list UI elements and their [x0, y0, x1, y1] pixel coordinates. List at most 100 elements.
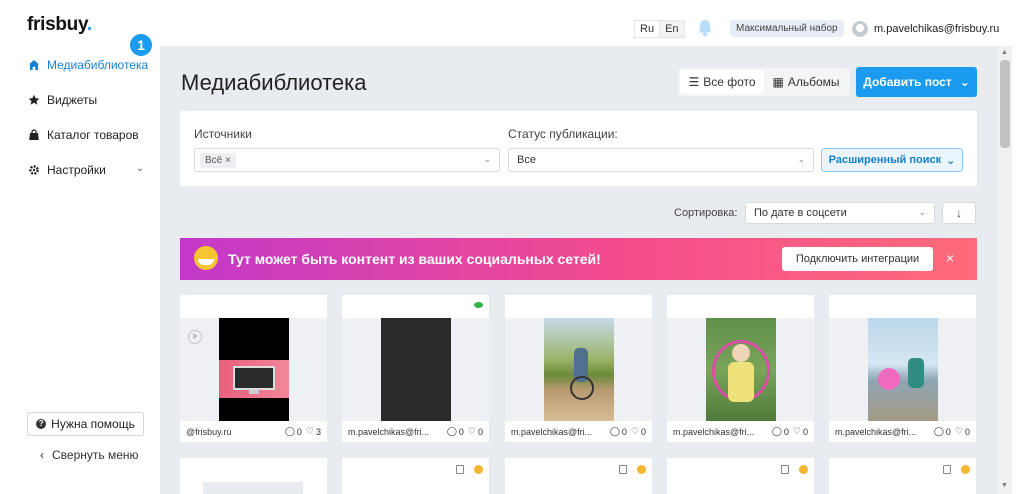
- card-author[interactable]: m.pavelchikas@fri...: [673, 427, 768, 437]
- card-meta: m.pavelchikas@fri... ◯ 0 ♡ 0: [829, 421, 976, 442]
- collapse-menu-label: Свернуть меню: [52, 448, 139, 462]
- media-card[interactable]: [342, 458, 489, 494]
- star-icon: [28, 94, 40, 105]
- sidebar-item-widgets[interactable]: Виджеты: [28, 93, 97, 107]
- sort-select[interactable]: По дате в соцсети ⌄: [745, 202, 935, 224]
- media-card[interactable]: m.pavelchikas@fri... ◯ 0 ♡ 0: [505, 295, 652, 442]
- scroll-up-icon[interactable]: ▲: [1001, 49, 1008, 56]
- card-author[interactable]: @frisbuy.ru: [186, 427, 281, 437]
- view-all-photos-button[interactable]: ☰ Все фото: [680, 70, 764, 94]
- sidebar-item-settings[interactable]: Настройки: [28, 163, 106, 177]
- media-card[interactable]: [505, 458, 652, 494]
- card-author[interactable]: m.pavelchikas@fri...: [511, 427, 606, 437]
- status-select[interactable]: Все ⌄: [508, 148, 814, 172]
- media-card[interactable]: [829, 458, 976, 494]
- eye-icon[interactable]: [474, 302, 483, 308]
- media-card[interactable]: m.pavelchikas@fri... ◯ 0 ♡ 0: [342, 295, 489, 442]
- scrollbar-thumb[interactable]: [1000, 60, 1010, 148]
- media-card[interactable]: [667, 458, 814, 494]
- collapse-menu-button[interactable]: ‹ Свернуть меню: [40, 448, 139, 462]
- chevron-down-icon[interactable]: ⌄: [136, 163, 144, 174]
- close-icon[interactable]: ×: [946, 250, 954, 266]
- user-email[interactable]: m.pavelchikas@frisbuy.ru: [874, 23, 999, 35]
- comments-count: ◯ 0: [284, 426, 302, 437]
- clipboard-icon[interactable]: [781, 465, 789, 474]
- view-all-label: Все фото: [703, 75, 756, 89]
- comments-count: ◯ 0: [446, 426, 464, 437]
- media-thumbnail[interactable]: [381, 318, 451, 421]
- home-icon: [29, 60, 39, 70]
- media-card[interactable]: @frisbuy.ru ◯ 0 ♡ 3: [180, 295, 327, 442]
- sun-icon[interactable]: [474, 465, 483, 474]
- chevron-down-icon: ⌄: [483, 154, 491, 164]
- media-thumbnail[interactable]: [868, 318, 938, 421]
- comments-count: ◯ 0: [771, 426, 789, 437]
- card-author[interactable]: m.pavelchikas@fri...: [835, 427, 930, 437]
- card-thumbnail-area: [829, 318, 976, 421]
- chevron-down-icon: ⌄: [946, 154, 956, 167]
- sidebar-item-catalog[interactable]: Каталог товаров: [28, 128, 139, 142]
- view-albums-label: Альбомы: [787, 75, 840, 89]
- comments-count: ◯ 0: [609, 426, 627, 437]
- advanced-search-button[interactable]: Расширенный поиск ⌄: [821, 148, 963, 172]
- language-switcher: Ru En: [634, 20, 685, 38]
- card-thumbnail-area: [667, 318, 814, 421]
- promo-banner: Тут может быть контент из ваших социальн…: [180, 238, 977, 280]
- sidebar-item-label: Виджеты: [47, 93, 98, 107]
- clipboard-icon[interactable]: [456, 465, 464, 474]
- connect-integrations-button[interactable]: Подключить интеграции: [782, 247, 933, 271]
- smiley-icon: [194, 246, 218, 270]
- plan-badge[interactable]: Максимальный набор: [730, 20, 844, 37]
- scroll-down-icon[interactable]: ▼: [1001, 482, 1008, 489]
- clipboard-icon[interactable]: [943, 465, 951, 474]
- sort-direction-button[interactable]: ↓: [942, 202, 976, 224]
- sun-icon[interactable]: [637, 465, 646, 474]
- sources-tag[interactable]: Всё ×: [200, 153, 236, 168]
- view-albums-button[interactable]: ▦ Альбомы: [764, 70, 848, 94]
- likes-count: ♡ 0: [630, 426, 646, 437]
- clipboard-icon[interactable]: [619, 465, 627, 474]
- chevron-left-icon: ‹: [40, 448, 44, 462]
- bell-icon[interactable]: [697, 19, 713, 37]
- help-button[interactable]: ? Нужна помощь: [27, 412, 144, 436]
- comment-icon: ◯: [446, 426, 457, 436]
- media-card[interactable]: m.pavelchikas@fri... ◯ 0 ♡ 0: [829, 295, 976, 442]
- play-icon[interactable]: [188, 330, 202, 344]
- comment-icon: ◯: [284, 426, 295, 436]
- sidebar-item-media-library[interactable]: Медиабиблиотека: [28, 58, 148, 72]
- media-thumbnail[interactable]: [544, 318, 614, 421]
- view-toggle: ☰ Все фото ▦ Альбомы: [678, 68, 850, 96]
- media-card[interactable]: [180, 458, 327, 494]
- sort-value: По дате в соцсети: [754, 207, 847, 219]
- sun-icon[interactable]: [799, 465, 808, 474]
- sun-icon[interactable]: [961, 465, 970, 474]
- likes-count: ♡ 0: [792, 426, 808, 437]
- help-button-label: Нужна помощь: [51, 417, 135, 431]
- tag-remove-icon[interactable]: ×: [225, 155, 231, 166]
- filters-panel: Источники Всё × ⌄ Статус публикации: Все…: [180, 111, 977, 186]
- media-thumbnail[interactable]: [203, 482, 303, 494]
- heart-icon: ♡: [792, 426, 801, 436]
- status-label: Статус публикации:: [508, 127, 618, 141]
- media-thumbnail[interactable]: [706, 318, 776, 421]
- media-card[interactable]: m.pavelchikas@fri... ◯ 0 ♡ 0: [667, 295, 814, 442]
- question-icon: ?: [36, 419, 47, 429]
- lang-en-button[interactable]: En: [660, 20, 685, 38]
- advanced-search-label: Расширенный поиск: [828, 154, 942, 166]
- frisbuy-logo[interactable]: frisbuy.: [27, 14, 92, 36]
- media-thumbnail[interactable]: [219, 318, 289, 421]
- user-avatar[interactable]: [852, 21, 868, 37]
- heart-icon: ♡: [305, 426, 314, 436]
- page-scrollbar[interactable]: ▲ ▼: [998, 46, 1012, 494]
- card-author[interactable]: m.pavelchikas@fri...: [348, 427, 443, 437]
- comments-count: ◯ 0: [933, 426, 951, 437]
- sidebar-item-label: Каталог товаров: [47, 128, 139, 142]
- bag-icon: [29, 129, 39, 140]
- page-title: Медиабиблиотека: [181, 70, 367, 95]
- sources-select[interactable]: Всё × ⌄: [194, 148, 500, 172]
- lang-ru-button[interactable]: Ru: [634, 20, 661, 38]
- chevron-down-icon: ⌄: [797, 154, 805, 164]
- card-meta: m.pavelchikas@fri... ◯ 0 ♡ 0: [342, 421, 489, 442]
- add-post-button[interactable]: Добавить пост ⌄: [856, 67, 977, 97]
- sidebar: Медиабиблиотека Виджеты Каталог товаров …: [0, 46, 160, 494]
